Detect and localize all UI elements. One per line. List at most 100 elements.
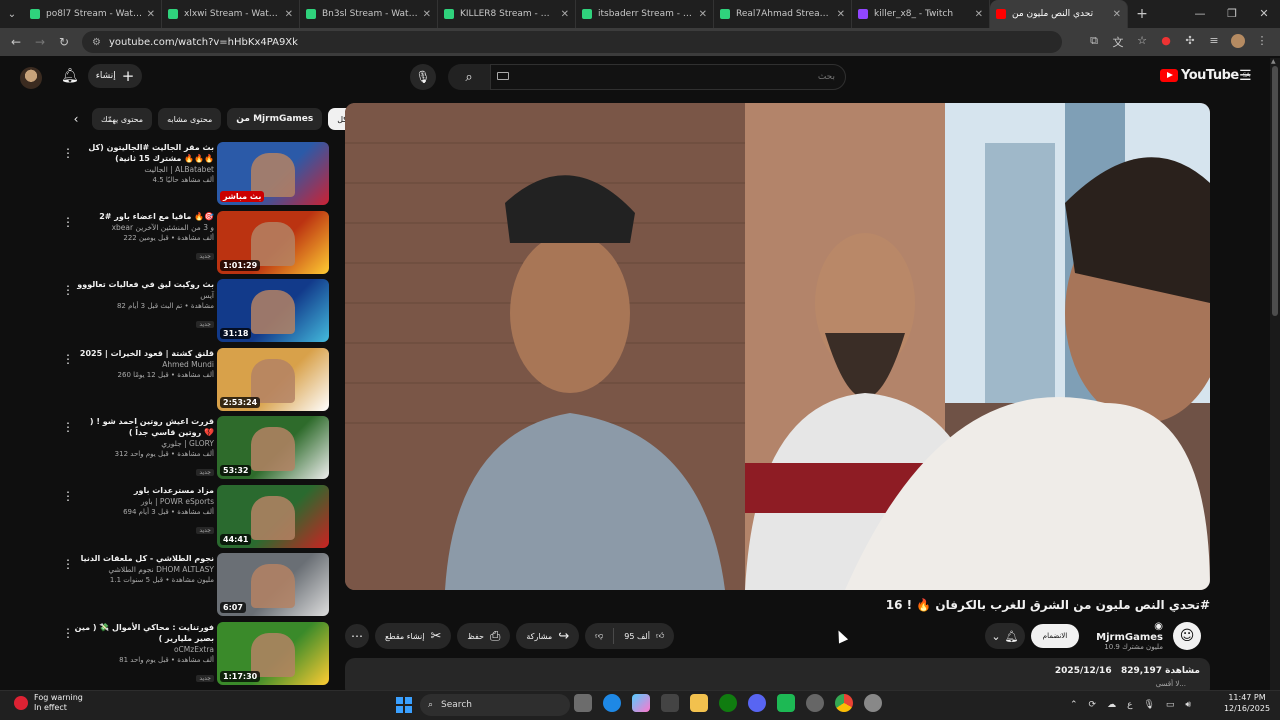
browser-tab[interactable]: Real7Ahmad Stream - W ✕ <box>714 0 852 28</box>
subscription-bell-button[interactable]: ⌄ 🔔︎ <box>985 623 1025 649</box>
edge-icon[interactable] <box>603 694 621 712</box>
tab-close-icon[interactable]: ✕ <box>837 9 845 20</box>
channel-avatar[interactable]: ☺ <box>1173 622 1201 650</box>
scroll-up-icon[interactable]: ▲ <box>1271 58 1276 65</box>
browser-tab[interactable]: po8l7 Stream - Watch Live ✕ <box>24 0 162 28</box>
browser-tab[interactable]: xlxwi Stream - Watch Live ✕ <box>162 0 300 28</box>
address-bar[interactable]: ⚙ youtube.com/watch?v=hHbKx4PA9Xk <box>82 31 1062 53</box>
share-button[interactable]: مشاركة ↪ <box>516 623 580 649</box>
extensions-icon[interactable]: ✣ <box>1180 34 1200 51</box>
taskbar-search[interactable]: ⌕ Search <box>420 694 570 716</box>
keyboard-icon[interactable] <box>497 72 509 80</box>
microphone-icon[interactable]: 🎙︎ <box>1143 700 1154 710</box>
page-scrollbar[interactable]: ▲ ▼ <box>1270 58 1280 698</box>
tab-close-icon[interactable]: ✕ <box>147 9 155 20</box>
create-button[interactable]: إنشاء + <box>88 64 142 88</box>
search-button[interactable]: ⌕ <box>448 64 490 90</box>
minimize-icon[interactable]: — <box>1184 0 1216 28</box>
recommendation-item[interactable]: ⋮ بث روكيت ليق في فعاليات تعالووو آيس 82 مش… <box>60 279 330 345</box>
kebab-menu-icon[interactable]: ⋮ <box>62 146 74 160</box>
site-info-icon[interactable]: ⚙ <box>92 37 101 48</box>
install-app-icon[interactable]: ⧉ <box>1084 34 1104 51</box>
chip-from-channel[interactable]: من MjrmGames <box>227 108 323 130</box>
dislike-button[interactable]: 👎︎ <box>585 623 613 649</box>
browser-tab[interactable]: KILLER8 Stream - Watch ✕ <box>438 0 576 28</box>
volume-icon[interactable]: 🔊︎ <box>1185 700 1191 710</box>
input-language[interactable]: ع <box>1127 700 1132 710</box>
restore-icon[interactable]: ❐ <box>1216 0 1248 28</box>
channel-name[interactable]: ◉ MjrmGames <box>1091 621 1163 643</box>
network-icon[interactable]: ▭ <box>1166 700 1175 710</box>
kebab-menu-icon[interactable]: ⋮ <box>62 283 74 297</box>
start-button-icon[interactable] <box>396 697 412 713</box>
account-avatar[interactable] <box>20 67 42 89</box>
weather-widget[interactable]: Fog warning In effect <box>14 693 83 713</box>
bookmark-star-icon[interactable]: ☆ <box>1132 34 1152 51</box>
tab-search-icon[interactable]: ⌄ <box>0 0 24 28</box>
profile-avatar[interactable] <box>1228 33 1248 51</box>
guide-menu-icon[interactable]: ☰ <box>1239 68 1252 84</box>
chip-similar[interactable]: محتوى مشابه <box>158 108 222 130</box>
kebab-menu-icon[interactable]: ⋮ <box>62 557 74 571</box>
join-button[interactable]: الانضمام <box>1031 624 1079 648</box>
browser-menu-icon[interactable]: ⋮ <box>1252 34 1272 51</box>
extension-red-icon[interactable]: ● <box>1156 34 1176 51</box>
reload-icon[interactable]: ↻ <box>52 35 76 49</box>
browser-tab[interactable]: itsbaderr Stream - Watch ✕ <box>576 0 714 28</box>
tab-close-icon[interactable]: ✕ <box>699 9 707 20</box>
discord-icon[interactable] <box>748 694 766 712</box>
settings-gear-icon[interactable] <box>864 694 882 712</box>
voice-search-mic-icon[interactable]: 🎙︎ <box>410 64 436 90</box>
taskbar-clock[interactable]: 11:47 PM 12/16/2025 <box>1222 692 1272 714</box>
video-player[interactable] <box>345 103 1210 590</box>
save-button[interactable]: حفظ ⎙ <box>457 623 511 649</box>
search-input[interactable] <box>490 64 846 90</box>
file-explorer-icon[interactable] <box>690 694 708 712</box>
task-view-icon[interactable] <box>574 694 592 712</box>
chip-for-you[interactable]: محتوى يهمّك <box>92 108 153 130</box>
forward-icon[interactable]: → <box>28 35 52 49</box>
more-actions-icon[interactable]: ⋯ <box>345 624 369 648</box>
tray-chevron-icon[interactable]: ⌃ <box>1070 700 1078 710</box>
kebab-menu-icon[interactable]: ⋮ <box>62 352 74 366</box>
tab-close-icon[interactable]: ✕ <box>285 9 293 20</box>
scroll-thumb[interactable] <box>1272 66 1278 316</box>
youtube-logo[interactable]: YouTube SA <box>1160 68 1250 83</box>
tray-sync-icon[interactable]: ⟳ <box>1089 700 1097 710</box>
recommendation-item[interactable]: ⋮ نجوم الطلاشي - كل ملعقات الدنيا نجوم الط… <box>60 553 330 619</box>
chevron-left-icon[interactable]: ‹ <box>66 112 86 126</box>
recommendation-item[interactable]: ⋮ قررت اعيش روتين احمد شو ! ( روتين قاسي … <box>60 416 330 482</box>
tab-close-icon[interactable]: ✕ <box>561 9 569 20</box>
recommendation-item[interactable]: ⋮ فورتنايت : محاكي الأموال 💸 ( مين بصير م… <box>60 621 330 688</box>
store-icon[interactable] <box>661 694 679 712</box>
browser-tab[interactable]: Bn3sl Stream - Watch Live ✕ <box>300 0 438 28</box>
app-green-icon[interactable] <box>777 694 795 712</box>
notifications-bell-icon[interactable]: 🔔︎ <box>61 68 79 84</box>
kebab-menu-icon[interactable]: ⋮ <box>62 626 74 640</box>
close-window-icon[interactable]: ✕ <box>1248 0 1280 28</box>
tab-close-icon[interactable]: ✕ <box>1113 9 1121 20</box>
browser-tab[interactable]: killer_x8_ - Twitch ✕ <box>852 0 990 28</box>
reading-list-icon[interactable]: ≡ <box>1204 34 1224 51</box>
browser-tab[interactable]: تحدي النص مليون من ✕ <box>990 0 1128 28</box>
copilot-icon[interactable] <box>632 694 650 712</box>
tab-close-icon[interactable]: ✕ <box>975 9 983 20</box>
like-button[interactable]: 95 ألف 👍︎ <box>614 623 674 649</box>
recommendation-item[interactable]: ⋮ مافيا مع اعضاء باور #2 🔥🎯 xbear و 3 من ا… <box>60 210 330 277</box>
tab-favicon-icon <box>996 9 1006 19</box>
back-icon[interactable]: ← <box>4 35 28 49</box>
clip-button[interactable]: إنشاء مقطع ✂ <box>375 623 452 649</box>
new-tab-button[interactable]: + <box>1128 6 1156 22</box>
xbox-icon[interactable] <box>719 694 737 712</box>
kebab-menu-icon[interactable]: ⋮ <box>62 420 74 434</box>
recommendation-item[interactable]: ⋮ بث مقر الجاليت #الجاليتون (كل مشترك 15 … <box>60 142 330 208</box>
onedrive-icon[interactable]: ☁ <box>1107 700 1116 710</box>
recommendation-item[interactable]: ⋮ قلنق كشتة | قعود الخيرات | 2025 Ahmed Mu… <box>60 347 330 414</box>
kebab-menu-icon[interactable]: ⋮ <box>62 215 74 229</box>
kebab-menu-icon[interactable]: ⋮ <box>62 489 74 503</box>
translate-icon[interactable]: 文 <box>1108 34 1128 51</box>
chrome-icon[interactable] <box>835 694 853 712</box>
app-clock-icon[interactable] <box>806 694 824 712</box>
tab-close-icon[interactable]: ✕ <box>423 9 431 20</box>
recommendation-item[interactable]: ⋮ مزاد مسترعدات باور باور | POWR eSports 69… <box>60 484 330 551</box>
